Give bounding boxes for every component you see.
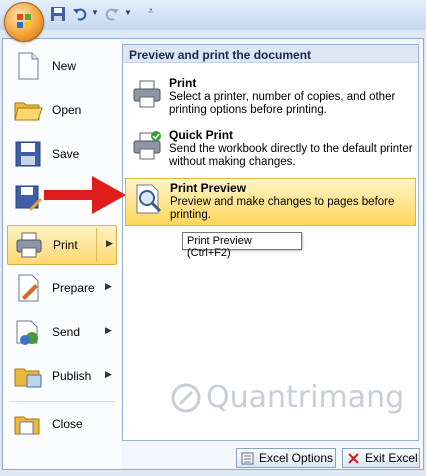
undo-dropdown-icon[interactable]: ▼ <box>91 8 99 17</box>
menu-item-open[interactable]: Open <box>7 91 117 131</box>
redo-icon[interactable] <box>104 6 120 22</box>
save-as-icon <box>15 185 42 211</box>
close-folder-icon <box>14 416 40 435</box>
office-button[interactable] <box>4 2 44 42</box>
option-title: Quick Print <box>169 128 234 142</box>
menu-divider <box>9 401 115 402</box>
office-logo-icon <box>17 14 31 28</box>
submenu-title: Preview and print the document <box>123 45 418 63</box>
menu-item-label: Prepare <box>52 281 95 295</box>
send-icon <box>16 320 38 345</box>
exit-excel-button[interactable]: Exit Excel <box>342 448 420 468</box>
menu-item-close[interactable]: Close <box>7 405 117 445</box>
menu-item-label: New <box>52 59 77 73</box>
option-quick-print[interactable]: Quick Print Send the workbook directly t… <box>125 126 416 174</box>
redo-dropdown-icon[interactable]: ▼ <box>124 8 132 17</box>
option-title: Print Preview <box>170 181 247 195</box>
watermark: Quantrimang <box>171 380 405 415</box>
quick-access-toolbar: ▼ ▼ ⩡ <box>0 0 426 30</box>
customize-toolbar-icon[interactable]: ⩡ <box>148 6 154 17</box>
save-icon[interactable] <box>50 6 66 22</box>
menu-item-label: Close <box>52 417 83 431</box>
undo-icon[interactable] <box>72 6 88 22</box>
printer-icon <box>16 232 42 258</box>
menu-item-label: Open <box>52 103 82 117</box>
button-label: Exit Excel <box>365 451 418 465</box>
open-folder-icon <box>14 102 43 121</box>
new-document-icon <box>18 52 39 80</box>
option-description: Preview and make changes to pages before… <box>170 196 395 221</box>
tooltip: Print Preview (Ctrl+F2) <box>182 232 302 259</box>
option-title: Print <box>169 76 197 90</box>
publish-icon <box>14 368 42 388</box>
menu-item-send[interactable]: Send ▶ <box>7 313 117 353</box>
menu-item-label: Send <box>52 325 81 339</box>
option-print[interactable]: Print Select a printer, number of copies… <box>125 74 416 122</box>
watermark-logo-icon <box>171 383 201 413</box>
office-menu-commands: New Open Save Print ▶ Prepare ▶ Send ▶ P… <box>3 39 121 469</box>
close-icon <box>348 453 359 464</box>
button-label: Excel Options <box>259 451 334 465</box>
submenu-arrow-icon[interactable]: ▶ <box>106 238 113 249</box>
watermark-text: Quantrimang <box>206 380 405 415</box>
menu-item-save[interactable]: Save <box>7 135 117 175</box>
menu-item-label: Save <box>52 147 80 161</box>
menu-item-label: Print <box>53 238 78 252</box>
menu-item-publish[interactable]: Publish ▶ <box>7 357 117 397</box>
split-divider <box>96 228 97 262</box>
menu-item-new[interactable]: New <box>7 47 117 87</box>
floppy-disk-icon <box>15 141 41 167</box>
option-description: Select a printer, number of copies, and … <box>169 91 396 116</box>
option-description: Send the workbook directly to the defaul… <box>169 143 413 168</box>
quick-print-icon <box>133 131 161 160</box>
options-icon <box>241 452 254 465</box>
submenu-arrow-icon[interactable]: ▶ <box>105 369 112 380</box>
excel-options-button[interactable]: Excel Options <box>236 448 336 468</box>
submenu-arrow-icon[interactable]: ▶ <box>105 325 112 336</box>
red-arrow-annotation <box>44 176 126 214</box>
menu-item-label: Publish <box>52 369 92 383</box>
option-print-preview[interactable]: Print Preview Preview and make changes t… <box>125 178 416 226</box>
prepare-icon <box>18 274 39 302</box>
menu-item-print[interactable]: Print ▶ <box>7 225 117 265</box>
printer-icon <box>133 80 161 108</box>
menu-item-prepare[interactable]: Prepare ▶ <box>7 269 117 309</box>
submenu-arrow-icon[interactable]: ▶ <box>105 281 112 292</box>
print-preview-icon <box>136 184 162 214</box>
